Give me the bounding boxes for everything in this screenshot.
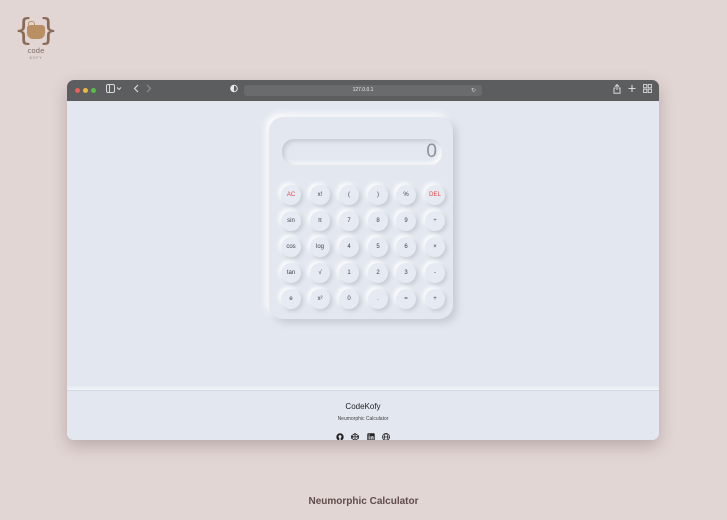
plus-icon[interactable] — [628, 84, 636, 97]
footer-title: CodeKofy — [345, 402, 381, 411]
calc-key[interactable]: ( — [339, 185, 359, 205]
calc-key[interactable]: 8 — [368, 211, 388, 231]
codepen-icon[interactable] — [351, 428, 359, 440]
display-value: 0 — [426, 141, 437, 162]
url-text: 127.0.0.1 — [352, 87, 374, 93]
calc-key[interactable]: x² — [310, 289, 330, 309]
calc-key[interactable]: 9 — [396, 211, 416, 231]
logo-sub: KOFY — [29, 56, 43, 60]
calc-key[interactable]: = — [396, 289, 416, 309]
page-content: 0 AC x! ()% DEL sin π 7 8 9 ÷ cos log 4 5 6 × tan √ 1 2 3- e x… — [67, 101, 659, 440]
chevron-left-icon[interactable] — [133, 84, 139, 97]
calc-key[interactable]: ) — [368, 185, 388, 205]
maximize-window-button[interactable] — [91, 88, 96, 93]
page-caption: Neumorphic Calculator — [308, 496, 419, 507]
share-icon[interactable] — [613, 83, 621, 98]
github-icon[interactable] — [336, 428, 344, 440]
chevron-right-icon[interactable] — [146, 84, 152, 97]
calc-key[interactable]: - — [425, 263, 445, 283]
address-bar[interactable]: 127.0.0.1 ↻ — [244, 85, 482, 96]
calc-key[interactable]: . — [368, 289, 388, 309]
calc-key[interactable]: 7 — [339, 211, 359, 231]
calc-key[interactable]: 1 — [339, 263, 359, 283]
browser-titlebar: 127.0.0.1 ↻ — [67, 80, 659, 101]
calc-key[interactable]: 4 — [339, 237, 359, 257]
browser-window: 127.0.0.1 ↻ 0 AC x! ()% DEL sin π 7 8 9 ÷ cos log 4 5… — [67, 80, 659, 440]
calc-key[interactable]: 3 — [396, 263, 416, 283]
calc-key[interactable]: 2 — [368, 263, 388, 283]
logo-word: code — [27, 47, 45, 55]
footer-subtitle: Neumorphic Calculator — [337, 416, 389, 422]
calc-key[interactable]: AC — [281, 185, 301, 205]
calc-key[interactable]: × — [425, 237, 445, 257]
sidebar-icon[interactable] — [106, 84, 122, 97]
calc-key[interactable]: 5 — [368, 237, 388, 257]
calculator: 0 AC x! ()% DEL sin π 7 8 9 ÷ cos log 4 5 6 × tan √ 1 2 3- e x… — [269, 117, 453, 319]
right-brace-icon: } — [38, 13, 58, 48]
calc-key[interactable]: 6 — [396, 237, 416, 257]
codekofy-logo: { } code KOFY — [14, 14, 58, 64]
page-footer: CodeKofy Neumorphic Calculator — [67, 390, 659, 440]
calc-key[interactable]: tan — [281, 263, 301, 283]
reload-icon[interactable]: ↻ — [471, 85, 476, 96]
calc-key[interactable]: cos — [281, 237, 301, 257]
calc-key[interactable]: ÷ — [425, 211, 445, 231]
calculator-display: 0 — [282, 139, 442, 165]
calc-key[interactable]: e — [281, 289, 301, 309]
minimize-window-button[interactable] — [83, 88, 88, 93]
calc-key[interactable]: log — [310, 237, 330, 257]
calc-key[interactable]: % — [396, 185, 416, 205]
linkedin-icon[interactable] — [367, 428, 375, 440]
calc-key[interactable]: DEL — [425, 185, 445, 205]
tab-overview-icon[interactable] — [643, 84, 652, 97]
calc-key[interactable]: sin — [281, 211, 301, 231]
calc-key[interactable]: 0 — [339, 289, 359, 309]
privacy-shield-icon[interactable] — [230, 84, 238, 97]
calc-key[interactable]: √ — [310, 263, 330, 283]
globe-icon[interactable] — [382, 428, 390, 440]
calc-key[interactable]: + — [425, 289, 445, 309]
close-window-button[interactable] — [75, 88, 80, 93]
calc-key[interactable]: x! — [310, 185, 330, 205]
calc-key[interactable]: π — [310, 211, 330, 231]
